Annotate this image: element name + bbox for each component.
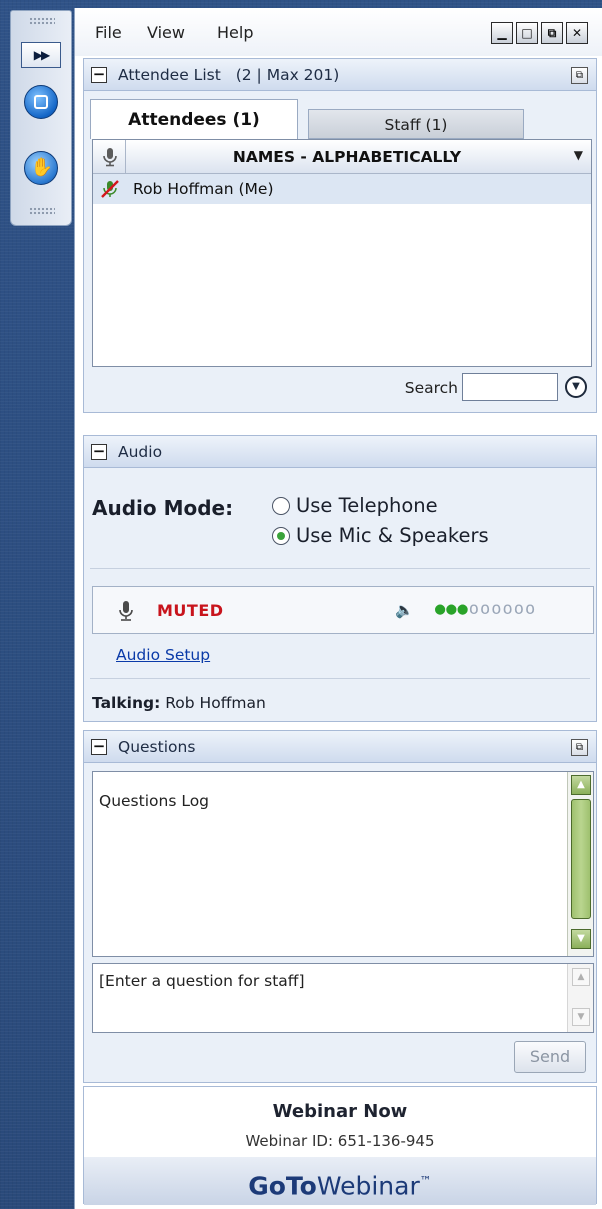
questions-log: Questions Log ▲ ▼ — [92, 771, 594, 957]
level-segment: o — [502, 599, 514, 619]
maximize-button[interactable]: □ — [516, 22, 538, 44]
divider — [90, 678, 590, 679]
divider — [90, 568, 590, 569]
mic-muted-icon — [101, 180, 119, 198]
attendee-name: Rob Hoffman (Me) — [133, 180, 274, 198]
question-input[interactable]: [Enter a question for staff] ▲ ▼ — [92, 963, 594, 1033]
questions-panel: Questions Log ▲ ▼ [Enter a question for … — [83, 763, 597, 1083]
talking-indicator: Talking: Rob Hoffman — [92, 694, 266, 712]
speaker-icon[interactable]: 🔈 — [395, 601, 414, 619]
questions-scrollbar[interactable]: ▲ ▼ — [567, 772, 593, 956]
popout-questions-button[interactable]: ⧉ — [571, 739, 588, 756]
scroll-up-icon[interactable]: ▲ — [572, 968, 590, 986]
chevron-down-icon[interactable]: ▼ — [574, 148, 583, 162]
microphone-icon[interactable] — [117, 600, 135, 622]
audio-mode-label: Audio Mode: — [92, 496, 234, 520]
scroll-up-icon[interactable]: ▲ — [571, 775, 591, 795]
collapse-audio-button[interactable]: − — [91, 444, 107, 460]
questions-title: Questions — [118, 738, 196, 756]
level-segment: o — [513, 599, 525, 619]
webinar-footer: Webinar Now Webinar ID: 651-136-945 GoTo… — [83, 1086, 597, 1205]
use-telephone-label: Use Telephone — [296, 494, 438, 517]
attendee-list-panel: Attendees (1) Staff (1) NAMES - ALPHABET… — [83, 91, 597, 413]
audio-title: Audio — [118, 443, 163, 461]
raise-hand-button[interactable]: ✋ — [24, 151, 58, 185]
raise-hand-icon: ✋ — [30, 157, 54, 178]
collapse-panel-button[interactable]: ▶▶ — [21, 42, 61, 68]
level-segment: o — [525, 599, 537, 619]
level-segment: ● — [435, 599, 447, 619]
attendee-list: NAMES - ALPHABETICALLY ▼ Rob Hoffman (Me… — [92, 139, 592, 367]
scroll-down-icon[interactable]: ▼ — [571, 929, 591, 949]
menu-bar: File View Help ▁ □ ⧉ ✕ — [75, 8, 602, 56]
level-segment: ● — [446, 599, 458, 619]
tab-attendees[interactable]: Attendees (1) — [90, 99, 298, 139]
radio-unchecked-icon[interactable] — [272, 497, 290, 515]
talking-label: Talking: — [92, 694, 161, 712]
level-segment: o — [480, 599, 492, 619]
show-screen-button[interactable] — [24, 85, 58, 119]
popout-window-button[interactable]: ⧉ — [541, 22, 563, 44]
questions-header: − Questions ⧉ — [83, 730, 597, 763]
speaker-level-meter: ●●●oooooo — [435, 599, 536, 619]
send-button[interactable]: Send — [514, 1041, 586, 1073]
popout-attendee-list-button[interactable]: ⧉ — [571, 67, 588, 84]
use-mic-speakers-label: Use Mic & Speakers — [296, 524, 489, 547]
search-input[interactable] — [462, 373, 558, 401]
webinar-id: Webinar ID: 651-136-945 — [245, 1132, 435, 1150]
gotowebinar-logo: GoToWebinar™ — [84, 1157, 596, 1205]
menu-view[interactable]: View — [147, 23, 185, 42]
webinar-title: Webinar Now — [272, 1101, 408, 1122]
question-input-placeholder[interactable]: [Enter a question for staff] — [99, 972, 305, 990]
drag-grip-icon[interactable] — [29, 207, 55, 215]
level-segment: o — [468, 599, 480, 619]
tab-staff[interactable]: Staff (1) — [308, 109, 524, 139]
minimize-button[interactable]: ▁ — [491, 22, 513, 44]
close-button[interactable]: ✕ — [566, 22, 588, 44]
audio-setup-link[interactable]: Audio Setup — [116, 646, 210, 664]
mic-status: MUTED — [157, 601, 224, 620]
scroll-down-icon[interactable]: ▼ — [572, 1008, 590, 1026]
collapse-attendee-list-button[interactable]: − — [91, 67, 107, 83]
level-segment: o — [491, 599, 503, 619]
attendee-list-title: Attendee List — [118, 66, 221, 84]
attendee-count: (2 | Max 201) — [235, 66, 340, 84]
side-toolbar: ▶▶ ✋ — [10, 10, 72, 226]
logo-goto: GoTo — [248, 1171, 317, 1201]
talking-name: Rob Hoffman — [165, 694, 266, 712]
question-input-scrollbar[interactable]: ▲ ▼ — [567, 964, 593, 1032]
logo-trademark: ™ — [419, 1174, 432, 1188]
scroll-thumb[interactable] — [571, 799, 591, 919]
list-item[interactable]: Rob Hoffman (Me) — [93, 174, 591, 204]
logo-webinar: Webinar — [316, 1171, 420, 1201]
audio-panel: Audio Mode: Use Telephone Use Mic & Spea… — [83, 468, 597, 722]
column-divider — [125, 140, 126, 174]
menu-help[interactable]: Help — [217, 23, 253, 42]
collapse-questions-button[interactable]: − — [91, 739, 107, 755]
menu-file[interactable]: File — [95, 23, 122, 42]
attendee-list-header-row[interactable]: NAMES - ALPHABETICALLY ▼ — [93, 140, 591, 174]
window-icon — [34, 95, 48, 109]
sort-column-header[interactable]: NAMES - ALPHABETICALLY — [127, 148, 567, 166]
level-segment: ● — [457, 599, 469, 619]
search-label: Search — [404, 379, 458, 397]
audio-header: − Audio — [83, 435, 597, 468]
questions-log-label: Questions Log — [99, 792, 210, 810]
attendee-list-header: − Attendee List (2 | Max 201) ⧉ — [83, 58, 597, 91]
radio-checked-icon[interactable] — [272, 527, 290, 545]
audio-status-bar: MUTED 🔈 ●●●oooooo — [92, 586, 594, 634]
microphone-icon — [103, 148, 117, 167]
control-panel-window: File View Help ▁ □ ⧉ ✕ − Attendee List (… — [74, 8, 602, 1209]
drag-grip-icon[interactable] — [29, 17, 55, 25]
search-options-icon[interactable]: ▼ — [565, 376, 587, 398]
